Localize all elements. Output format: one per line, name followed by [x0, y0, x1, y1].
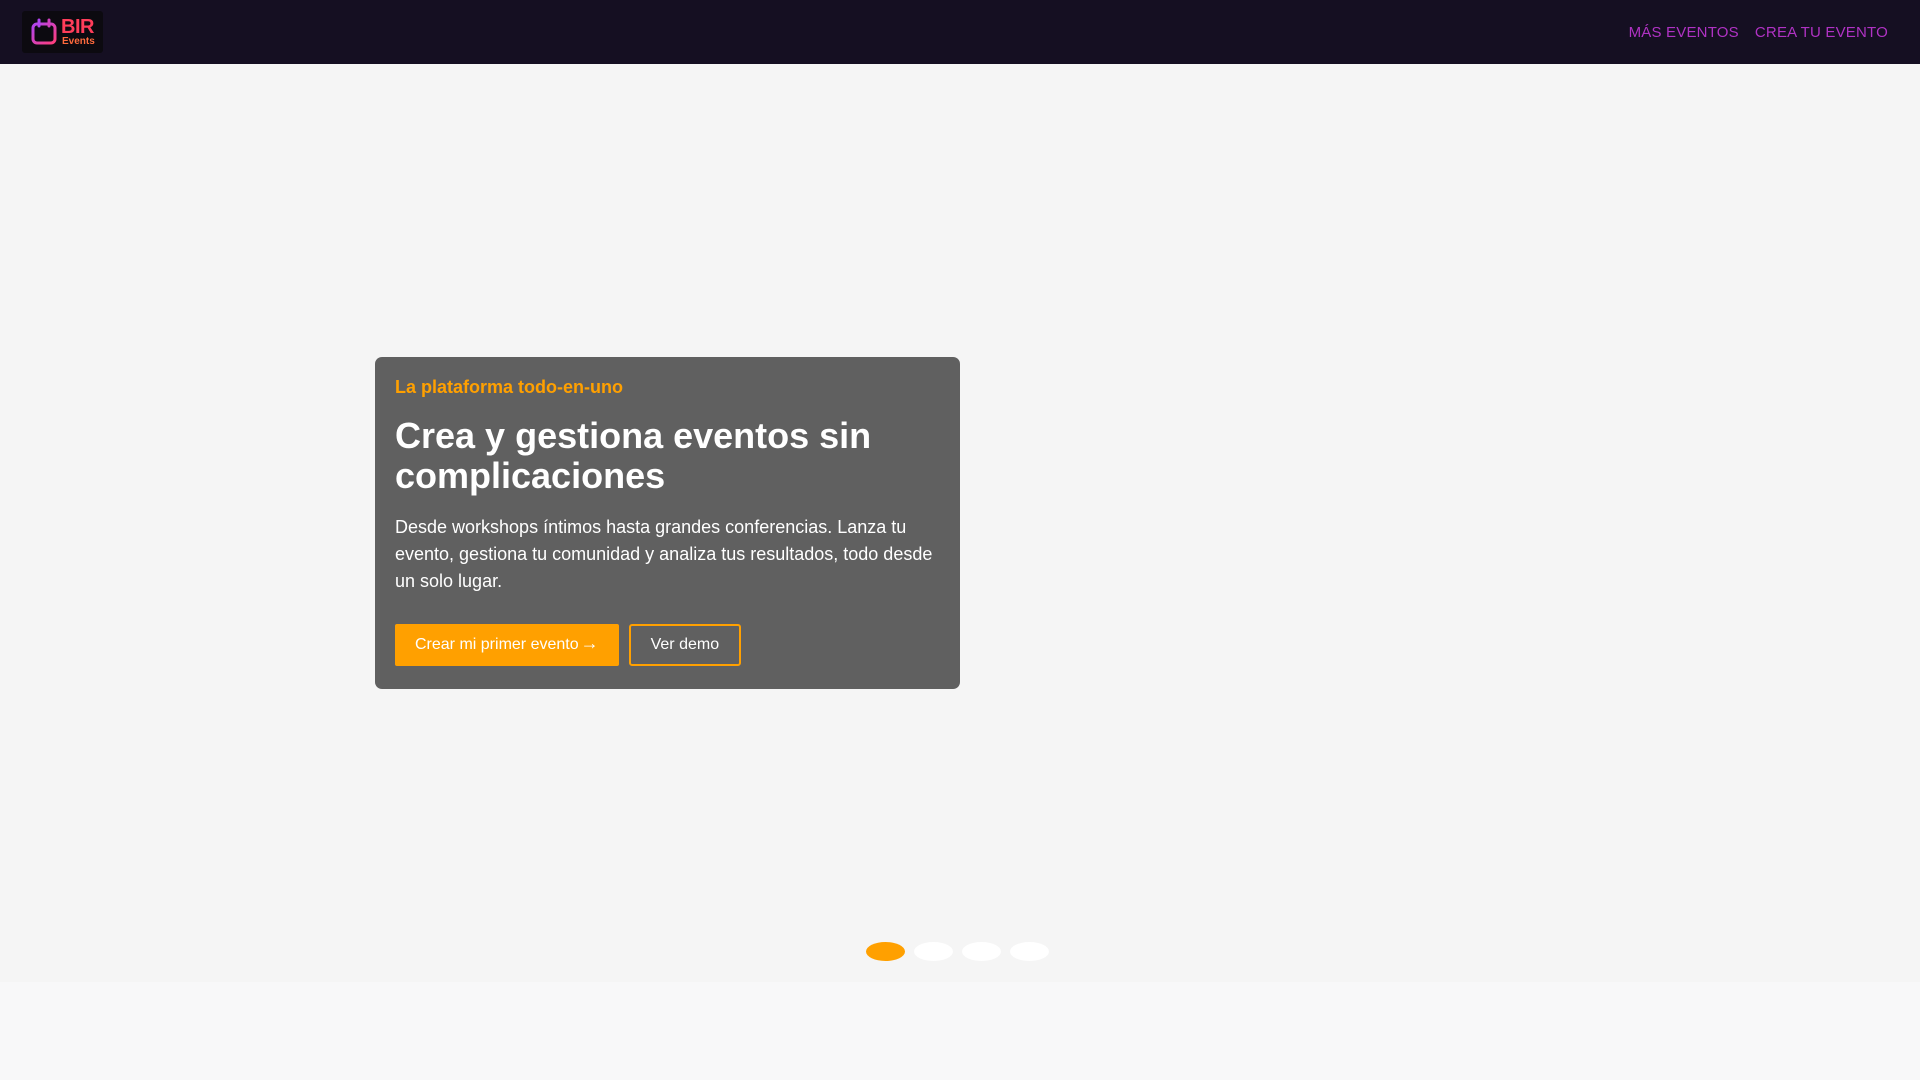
- carousel-dot-3[interactable]: [962, 942, 1001, 961]
- calendar-icon: [30, 18, 58, 46]
- carousel-dot-4[interactable]: [1010, 942, 1049, 961]
- carousel-dot-2[interactable]: [914, 942, 953, 961]
- logo-wordmark: BIR Events: [61, 17, 95, 47]
- hero-carousel: La plataforma todo-en-uno Crea y gestion…: [0, 64, 1920, 1031]
- hero-eyebrow: La plataforma todo-en-uno: [395, 377, 623, 397]
- brand-logo[interactable]: BIR Events: [22, 11, 103, 53]
- hero-description: Desde workshops íntimos hasta grandes co…: [395, 517, 933, 591]
- top-navbar: BIR Events MÁS EVENTOS CREA TU EVENTO: [0, 0, 1920, 64]
- logo-main-text: BIR: [61, 16, 94, 38]
- arrow-right-icon: →: [580, 633, 599, 653]
- logo-sub-text: Events: [62, 36, 95, 47]
- nav-link-create-event[interactable]: CREA TU EVENTO: [1755, 24, 1888, 41]
- nav-link-more-events[interactable]: MÁS EVENTOS: [1629, 24, 1739, 41]
- hero-actions: Crear mi primer evento → Ver demo: [395, 624, 940, 666]
- next-section: [0, 982, 1920, 1080]
- create-first-event-label: Crear mi primer evento: [415, 636, 579, 653]
- view-demo-button[interactable]: Ver demo: [628, 624, 742, 666]
- hero-title: Crea y gestiona eventos sin complicacion…: [395, 415, 872, 496]
- hero-card: La plataforma todo-en-uno Crea y gestion…: [375, 357, 960, 689]
- create-first-event-button[interactable]: Crear mi primer evento →: [395, 624, 619, 666]
- carousel-dots: [866, 942, 1049, 961]
- carousel-dot-1[interactable]: [866, 942, 905, 961]
- nav-links: MÁS EVENTOS CREA TU EVENTO: [1629, 24, 1888, 41]
